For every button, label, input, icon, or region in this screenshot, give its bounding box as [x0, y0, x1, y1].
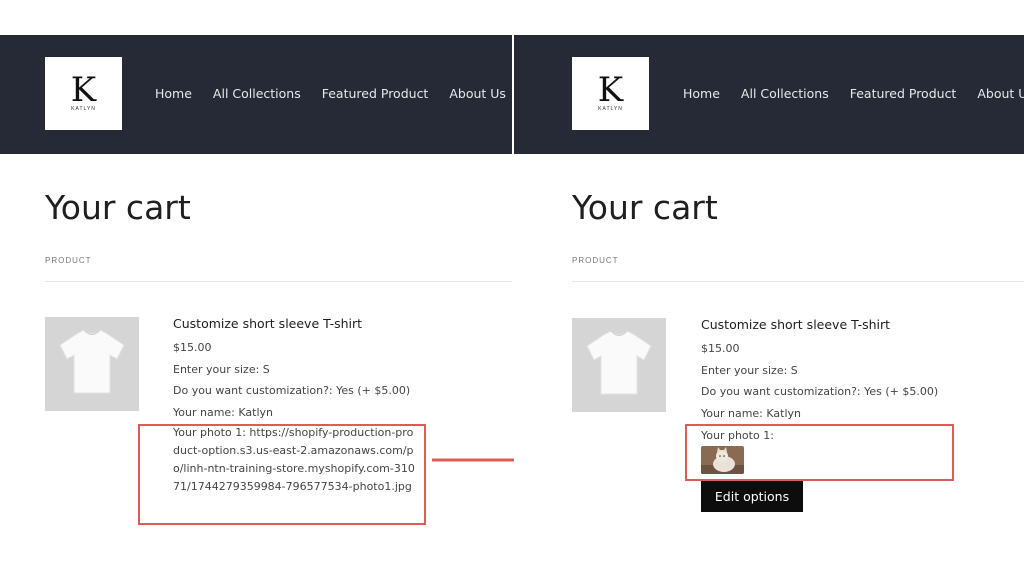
nav-all-collections[interactable]: All Collections — [741, 86, 829, 101]
site-header: K KATLYN Home All Collections Featured P… — [514, 35, 1024, 154]
nav-all-collections[interactable]: All Collections — [213, 86, 301, 101]
white-tshirt-icon — [59, 329, 125, 394]
store-logo[interactable]: K KATLYN — [572, 57, 649, 130]
edit-options-button[interactable]: Edit options — [701, 481, 803, 512]
logo-letter: K — [597, 70, 624, 110]
logo-text: KATLYN — [598, 106, 623, 112]
divider — [45, 281, 512, 282]
nav-featured-product[interactable]: Featured Product — [322, 86, 429, 101]
main-nav: Home All Collections Featured Product Ab… — [683, 86, 1024, 101]
option-customization: Do you want customization?: Yes (+ $5.00… — [173, 384, 411, 398]
highlight-box-after — [685, 424, 954, 481]
white-tshirt-icon — [586, 330, 652, 395]
product-price: $15.00 — [173, 341, 212, 354]
store-logo[interactable]: K KATLYN — [45, 57, 122, 130]
nav-about-us[interactable]: About Us — [977, 86, 1024, 101]
product-name[interactable]: Customize short sleeve T-shirt — [173, 316, 433, 331]
site-header: K KATLYN Home All Collections Featured P… — [0, 35, 512, 154]
product-column-label: PRODUCT — [572, 256, 619, 265]
main-nav: Home All Collections Featured Product Ab… — [155, 86, 506, 101]
option-size: Enter your size: S — [173, 362, 270, 376]
option-customization: Do you want customization?: Yes (+ $5.00… — [701, 385, 939, 399]
nav-home[interactable]: Home — [683, 86, 720, 101]
cart-panel-after: K KATLYN Home All Collections Featured P… — [514, 0, 1024, 576]
divider — [572, 281, 1024, 282]
nav-home[interactable]: Home — [155, 86, 192, 101]
product-image[interactable] — [45, 317, 139, 411]
nav-featured-product[interactable]: Featured Product — [850, 86, 957, 101]
page-title: Your cart — [45, 188, 191, 227]
highlight-box-before — [138, 424, 426, 525]
option-name: Your name: Katlyn — [701, 407, 801, 421]
cart-panel-before: K KATLYN Home All Collections Featured P… — [0, 0, 512, 576]
product-name[interactable]: Customize short sleeve T-shirt — [701, 317, 961, 332]
logo-text: KATLYN — [71, 106, 96, 112]
logo-letter: K — [70, 70, 97, 110]
option-size: Enter your size: S — [701, 363, 798, 377]
product-price: $15.00 — [701, 342, 740, 355]
option-name: Your name: Katlyn — [173, 406, 273, 420]
page-title: Your cart — [572, 188, 718, 227]
nav-about-us[interactable]: About Us — [449, 86, 506, 101]
product-column-label: PRODUCT — [45, 256, 92, 265]
product-image[interactable] — [572, 318, 666, 412]
